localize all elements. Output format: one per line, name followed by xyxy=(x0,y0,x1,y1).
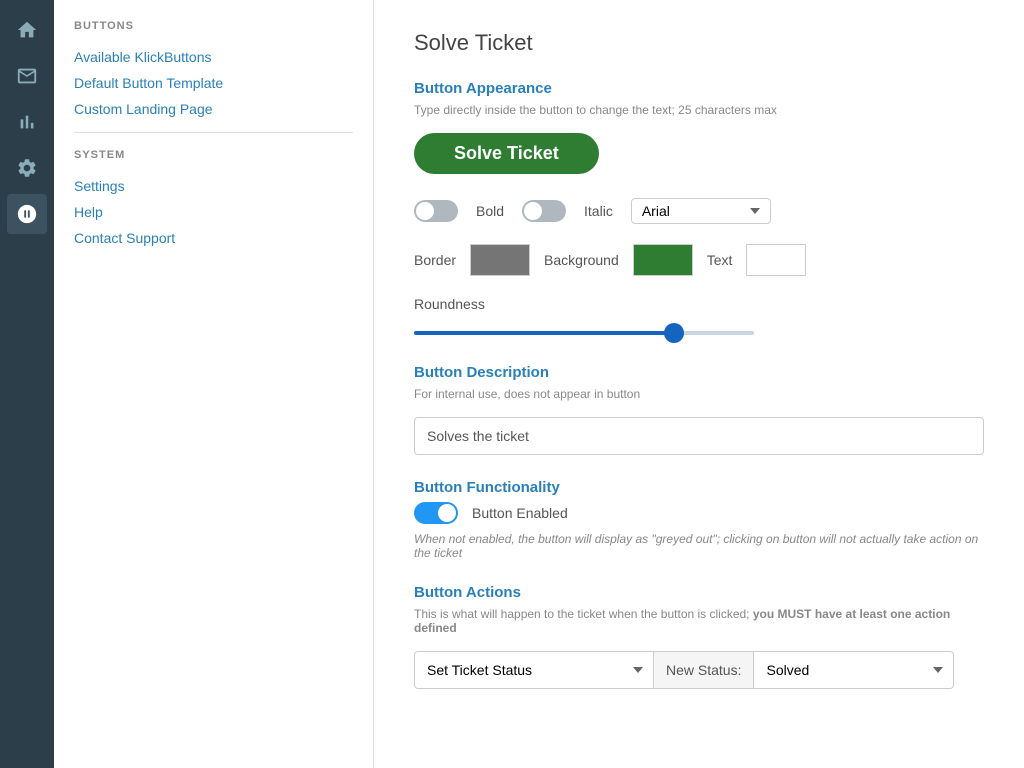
background-color-swatch[interactable] xyxy=(633,244,693,276)
sidebar-item-available-klick-buttons[interactable]: Available KlickButtons xyxy=(74,44,353,70)
appearance-subtitle: Type directly inside the button to chang… xyxy=(414,103,984,117)
border-color-swatch[interactable] xyxy=(470,244,530,276)
roundness-label: Roundness xyxy=(414,296,984,312)
sidebar-item-settings[interactable]: Settings xyxy=(74,173,353,199)
bold-toggle[interactable] xyxy=(414,200,458,222)
system-section-title: SYSTEM xyxy=(74,149,353,161)
text-label: Text xyxy=(707,252,733,268)
background-label: Background xyxy=(544,252,619,268)
enabled-row: Button Enabled xyxy=(414,502,984,524)
status-select[interactable]: Solved Open Pending On-Hold Closed xyxy=(754,651,954,689)
buttons-section-title: BUTTONS xyxy=(74,20,353,32)
nav-analytics-icon[interactable] xyxy=(7,102,47,142)
sidebar-divider xyxy=(74,132,353,133)
description-section-title: Button Description xyxy=(414,364,984,381)
actions-subtitle: This is what will happen to the ticket w… xyxy=(414,607,984,635)
sidebar-item-help[interactable]: Help xyxy=(74,199,353,225)
nav-settings-icon[interactable] xyxy=(7,148,47,188)
italic-label: Italic xyxy=(584,203,613,219)
color-row: Border Background Text xyxy=(414,244,984,276)
sidebar-item-custom-landing-page[interactable]: Custom Landing Page xyxy=(74,96,353,122)
appearance-section-title: Button Appearance xyxy=(414,80,984,97)
sidebar-item-contact-support[interactable]: Contact Support xyxy=(74,225,353,251)
sidebar-item-default-button-template[interactable]: Default Button Template xyxy=(74,70,353,96)
roundness-slider[interactable] xyxy=(414,331,754,335)
text-color-swatch[interactable] xyxy=(746,244,806,276)
page-title: Solve Ticket xyxy=(414,30,984,56)
action-select[interactable]: Set Ticket Status Add Tag Remove Tag Ass… xyxy=(414,651,654,689)
nav-home-icon[interactable] xyxy=(7,10,47,50)
nav-tickets-icon[interactable] xyxy=(7,56,47,96)
nav-klickzen-icon[interactable] xyxy=(7,194,47,234)
style-row: Bold Italic Arial Helvetica Georgia Time… xyxy=(414,198,984,224)
description-input[interactable] xyxy=(414,417,984,455)
actions-section-title: Button Actions xyxy=(414,584,984,601)
font-select[interactable]: Arial Helvetica Georgia Times New Roman … xyxy=(631,198,771,224)
main-content: Solve Ticket Button Appearance Type dire… xyxy=(374,0,1024,768)
preview-button[interactable]: Solve Ticket xyxy=(414,133,599,174)
actions-row: Set Ticket Status Add Tag Remove Tag Ass… xyxy=(414,651,984,689)
description-subtitle: For internal use, does not appear in but… xyxy=(414,387,984,401)
nav-bar xyxy=(0,0,54,768)
bold-label: Bold xyxy=(476,203,504,219)
enabled-note: When not enabled, the button will displa… xyxy=(414,532,984,560)
italic-toggle[interactable] xyxy=(522,200,566,222)
sidebar: BUTTONS Available KlickButtons Default B… xyxy=(54,0,374,768)
functionality-section-title: Button Functionality xyxy=(414,479,984,496)
enabled-toggle[interactable] xyxy=(414,502,458,524)
new-status-label: New Status: xyxy=(654,651,754,689)
enabled-label: Button Enabled xyxy=(472,505,568,521)
roundness-section: Roundness xyxy=(414,296,984,340)
actions-subtitle-start: This is what will happen to the ticket w… xyxy=(414,607,753,621)
border-label: Border xyxy=(414,252,456,268)
